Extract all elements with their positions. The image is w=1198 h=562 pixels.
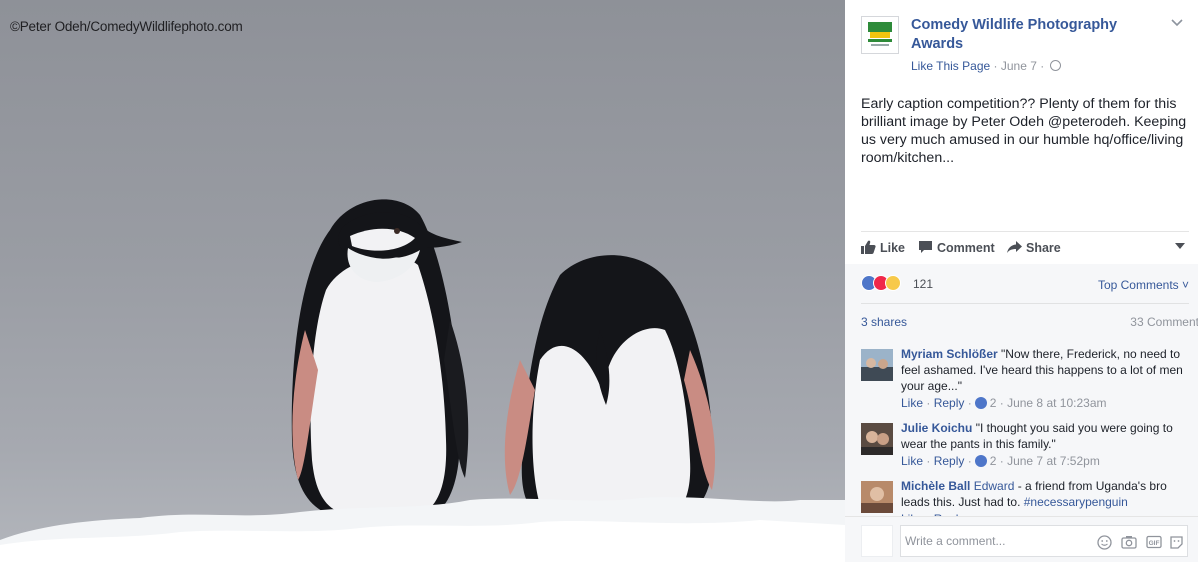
comment-composer: GIF [845, 516, 1198, 562]
page-logo-icon [868, 22, 892, 46]
sticker-icon[interactable] [1169, 535, 1184, 549]
comment-reply-link[interactable]: Reply [934, 396, 965, 410]
commenter-name[interactable]: Julie Koichu [901, 421, 972, 435]
share-button[interactable]: Share [1007, 240, 1061, 257]
comment-label: Comment [937, 240, 995, 255]
comment-time[interactable]: June 8 at 10:23am [1007, 396, 1106, 410]
comment-body: Myriam Schlößer "Now there, Frederick, n… [901, 346, 1189, 411]
comment-box[interactable]: GIF [900, 525, 1188, 557]
comment-time[interactable]: June 7 at 7:52pm [1007, 454, 1100, 468]
commenter-name[interactable]: Myriam Schlößer [901, 347, 998, 361]
viewer-avatar [861, 525, 893, 557]
share-label: Share [1026, 240, 1061, 255]
comment-meta: Like · Reply · 2 · June 8 at 10:23am [901, 396, 1107, 410]
comment-button[interactable]: Comment [918, 240, 995, 257]
reaction-count: 121 [913, 277, 934, 291]
comment-like-link[interactable]: Like [901, 396, 923, 410]
comment-reply-link[interactable]: Reply [934, 454, 965, 468]
left-penguin [291, 199, 469, 520]
share-comment-counts: 3 shares 33 Comments [861, 303, 1198, 329]
comment-meta: Like · Reply · 2 · June 7 at 7:52pm [901, 454, 1100, 468]
thumbs-up-icon [861, 240, 876, 257]
top-comments-label: Top Comments [1097, 278, 1179, 292]
audience-dropdown-icon[interactable] [1175, 243, 1185, 249]
comment-like-link[interactable]: Like [901, 454, 923, 468]
like-label: Like [880, 240, 906, 255]
post-date[interactable]: June 7 [1001, 59, 1037, 73]
comment-icon [918, 240, 933, 257]
globe-icon [1049, 60, 1061, 71]
page-name[interactable]: Comedy Wildlife Photography Awards [911, 16, 1141, 54]
share-icon [1007, 240, 1022, 257]
like-count-icon [974, 455, 987, 467]
comment-input[interactable] [905, 534, 1085, 548]
page-avatar[interactable] [861, 16, 899, 54]
chevron-down-icon[interactable] [1171, 14, 1183, 30]
like-button[interactable]: Like [861, 240, 905, 257]
hashtag-link[interactable]: #necessarypenguin [1024, 495, 1128, 509]
post-text: Early caption competition?? Plenty of th… [861, 96, 1187, 166]
post-meta: Like This Page · June 7 · [911, 59, 1061, 73]
gif-icon[interactable]: GIF [1146, 535, 1162, 549]
svg-text:GIF: GIF [1149, 540, 1160, 547]
emoji-icon[interactable] [1097, 535, 1112, 550]
haha-reaction-icon [885, 275, 901, 291]
camera-icon[interactable] [1121, 535, 1137, 549]
post-photo[interactable]: ©Peter Odeh/ComedyWildlifephoto.com [0, 0, 845, 561]
comments-count[interactable]: 33 Comments [1130, 315, 1198, 329]
post-panel: Comedy Wildlife Photography Awards Like … [845, 0, 1198, 562]
commenter-avatar[interactable] [861, 423, 893, 455]
penguins-image [0, 199, 845, 561]
tagged-friend[interactable]: Edward [974, 479, 1015, 493]
post-actions: Like Comment Share [861, 231, 1189, 265]
commenter-avatar[interactable] [861, 349, 893, 381]
commenter-name[interactable]: Michèle Ball [901, 479, 970, 493]
comment-body: Julie Koichu "I thought you said you wer… [901, 420, 1189, 469]
comment-like-count[interactable]: 2 [990, 454, 997, 468]
shares-link[interactable]: 3 shares [861, 315, 907, 329]
like-page-link[interactable]: Like This Page [911, 59, 990, 73]
right-penguin [504, 255, 716, 522]
commenter-avatar[interactable] [861, 481, 893, 513]
comment-like-count[interactable]: 2 [990, 396, 997, 410]
top-comments-dropdown[interactable]: Top Comments ˅ [1098, 278, 1189, 292]
caret-down-icon: ˅ [1178, 278, 1189, 292]
like-count-icon [974, 397, 987, 409]
photo-credit: ©Peter Odeh/ComedyWildlifephoto.com [10, 19, 243, 34]
